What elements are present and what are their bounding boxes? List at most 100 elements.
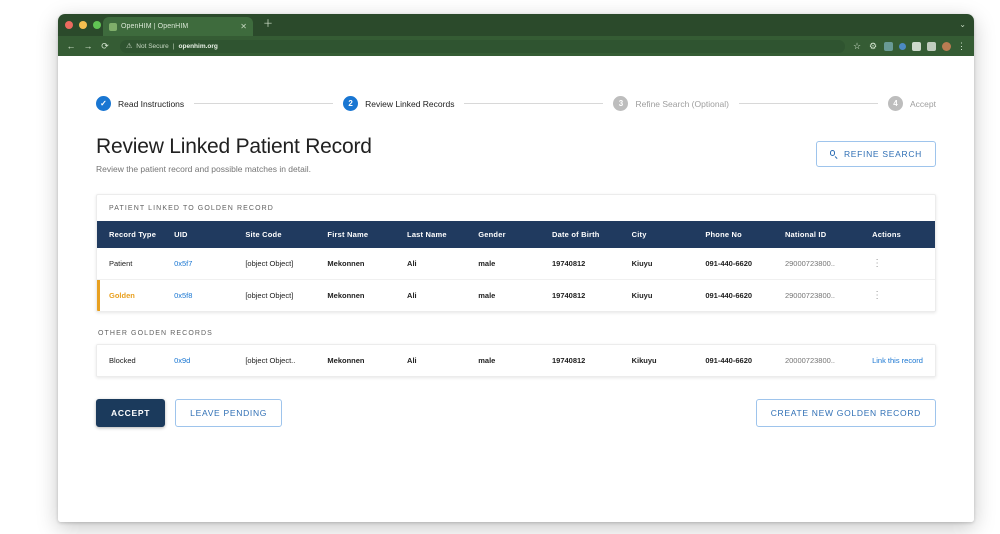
cell-date-of-birth: 19740812 [551,248,632,280]
browser-menu-icon[interactable]: ⋮ [957,41,966,51]
browser-toolbar: ← → ⟳ ⚠ Not Secure | openhim.org ☆ ⚙ ⋮ [58,36,974,56]
link-this-record-button[interactable]: Link this record [872,345,935,376]
other-golden-records-card: Blocked 0x9d [object Object.. Mekonnen A… [96,344,936,377]
step-4-icon: 4 [888,96,903,111]
step-2-icon: 2 [343,96,359,111]
cell-site-code: [object Object.. [245,345,328,376]
linked-records-caption: PATIENT LINKED TO GOLDEN RECORD [109,205,274,212]
browser-window: OpenHIM | OpenHIM ✕ ＋ ⌄ ← → ⟳ ⚠ Not Secu… [58,14,974,522]
cell-uid[interactable]: 0x5f8 [174,279,246,311]
cell-city: Kiuyu [631,279,706,311]
step-4-label: Accept [910,98,936,109]
address-separator: | [172,42,175,50]
close-window-button[interactable] [65,21,73,29]
settings-icon[interactable]: ⚙ [868,41,878,51]
page-header-text: Review Linked Patient Record Review the … [96,135,372,174]
url-text: openhim.org [179,43,218,50]
other-golden-records-caption: OTHER GOLDEN RECORDS [98,330,213,337]
accept-button[interactable]: ACCEPT [96,399,166,427]
minimize-window-button[interactable] [79,21,87,29]
maximize-window-button[interactable] [93,21,101,29]
step-connector-3 [739,103,878,104]
extension-icon-3[interactable] [912,41,921,51]
cell-site-code: [object Object] [245,248,328,280]
refine-search-label: REFINE SEARCH [843,149,922,159]
tabstrip-expand-icon[interactable]: ⌄ [959,20,966,29]
step-1-icon: ✓ [96,96,111,111]
cell-site-code: [object Object] [245,279,328,311]
cell-uid[interactable]: 0x9d [174,345,246,376]
cell-city: Kiuyu [631,248,706,280]
col-last-name: Last Name [407,221,479,248]
row-actions-menu-icon[interactable]: ⋮ [872,279,935,311]
cell-phone-no: 091-440-6620 [705,248,785,280]
table-row[interactable]: Blocked 0x9d [object Object.. Mekonnen A… [97,345,935,376]
cell-gender: male [478,248,552,280]
uid-link[interactable]: 0x9d [174,356,190,365]
tab-title: OpenHIM | OpenHIM [121,23,189,30]
extension-icon-4[interactable] [927,41,936,51]
col-date-of-birth: Date of Birth [551,221,632,248]
create-new-golden-record-button[interactable]: CREATE NEW GOLDEN RECORD [755,399,936,427]
step-accept[interactable]: 4 Accept [888,96,936,111]
screenshot-root: OpenHIM | OpenHIM ✕ ＋ ⌄ ← → ⟳ ⚠ Not Secu… [0,0,1000,534]
warning-triangle-icon[interactable]: ⚠ [126,43,132,50]
cell-phone-no: 091-440-6620 [705,345,785,376]
cell-first-name: Mekonnen [327,345,408,376]
uid-link[interactable]: 0x5f8 [174,291,192,300]
other-golden-records-table: Blocked 0x9d [object Object.. Mekonnen A… [97,345,935,376]
page-content: ✓ Read Instructions 2 Review Linked Reco… [58,56,974,522]
cell-uid[interactable]: 0x5f7 [174,248,246,280]
cell-record-type: Patient [97,248,175,280]
col-record-type: Record Type [97,221,175,248]
step-read-instructions[interactable]: ✓ Read Instructions [96,96,184,111]
favicon-icon [109,22,117,31]
extension-icon-1[interactable] [884,41,893,51]
linked-records-table: Record Type UID Site Code First Name Las… [97,221,935,311]
cell-gender: male [478,279,552,311]
new-tab-icon[interactable]: ＋ [263,20,273,30]
toolbar-icons: ☆ ⚙ ⋮ [852,41,966,51]
search-icon [829,150,838,158]
page-footer: ACCEPT LEAVE PENDING CREATE NEW GOLDEN R… [96,399,936,427]
reload-icon[interactable]: ⟳ [100,41,110,51]
step-review-linked-records[interactable]: 2 Review Linked Records [343,96,454,111]
cell-phone-no: 091-440-6620 [705,279,785,311]
address-bar[interactable]: ⚠ Not Secure | openhim.org [120,39,845,53]
cell-city: Kikuyu [631,345,706,376]
row-actions-menu-icon[interactable]: ⋮ [872,248,935,280]
extension-icon-2[interactable] [899,42,906,50]
url-host: openhim.org [178,42,218,50]
bookmark-star-icon[interactable]: ☆ [852,41,862,51]
cell-national-id: 29000723800.. [784,279,873,311]
col-national-id: National ID [784,221,873,248]
stepper: ✓ Read Instructions 2 Review Linked Reco… [96,96,936,111]
browser-tab[interactable]: OpenHIM | OpenHIM ✕ [103,17,253,36]
security-status: Not Secure [136,42,169,50]
page-title: Review Linked Patient Record [96,135,372,158]
step-refine-search[interactable]: 3 Refine Search (Optional) [613,96,729,111]
close-tab-icon[interactable]: ✕ [240,22,247,31]
window-controls[interactable] [65,21,101,29]
other-table-body: Blocked 0x9d [object Object.. Mekonnen A… [97,345,935,376]
col-uid: UID [174,221,246,248]
cell-last-name: Ali [407,279,479,311]
cell-national-id: 20000723800.. [784,345,873,376]
cell-first-name: Mekonnen [327,248,408,280]
uid-link[interactable]: 0x5f7 [174,259,192,268]
back-icon[interactable]: ← [66,41,76,51]
refine-search-button[interactable]: REFINE SEARCH [815,141,936,167]
forward-icon[interactable]: → [83,41,93,51]
table-row[interactable]: Golden 0x5f8 [object Object] Mekonnen Al… [97,279,935,311]
cell-national-id: 29000723800.. [784,248,873,280]
table-row[interactable]: Patient 0x5f7 [object Object] Mekonnen A… [97,248,935,280]
col-actions: Actions [872,221,935,248]
step-connector-2 [464,103,604,104]
profile-avatar[interactable] [942,41,951,51]
linked-table-body: Patient 0x5f7 [object Object] Mekonnen A… [97,248,935,311]
col-site-code: Site Code [245,221,328,248]
linked-records-card: PATIENT LINKED TO GOLDEN RECORD Record T… [96,194,936,312]
step-3-label: Refine Search (Optional) [635,98,729,109]
leave-pending-button[interactable]: LEAVE PENDING [175,399,283,427]
step-1-label: Read Instructions [118,98,185,109]
